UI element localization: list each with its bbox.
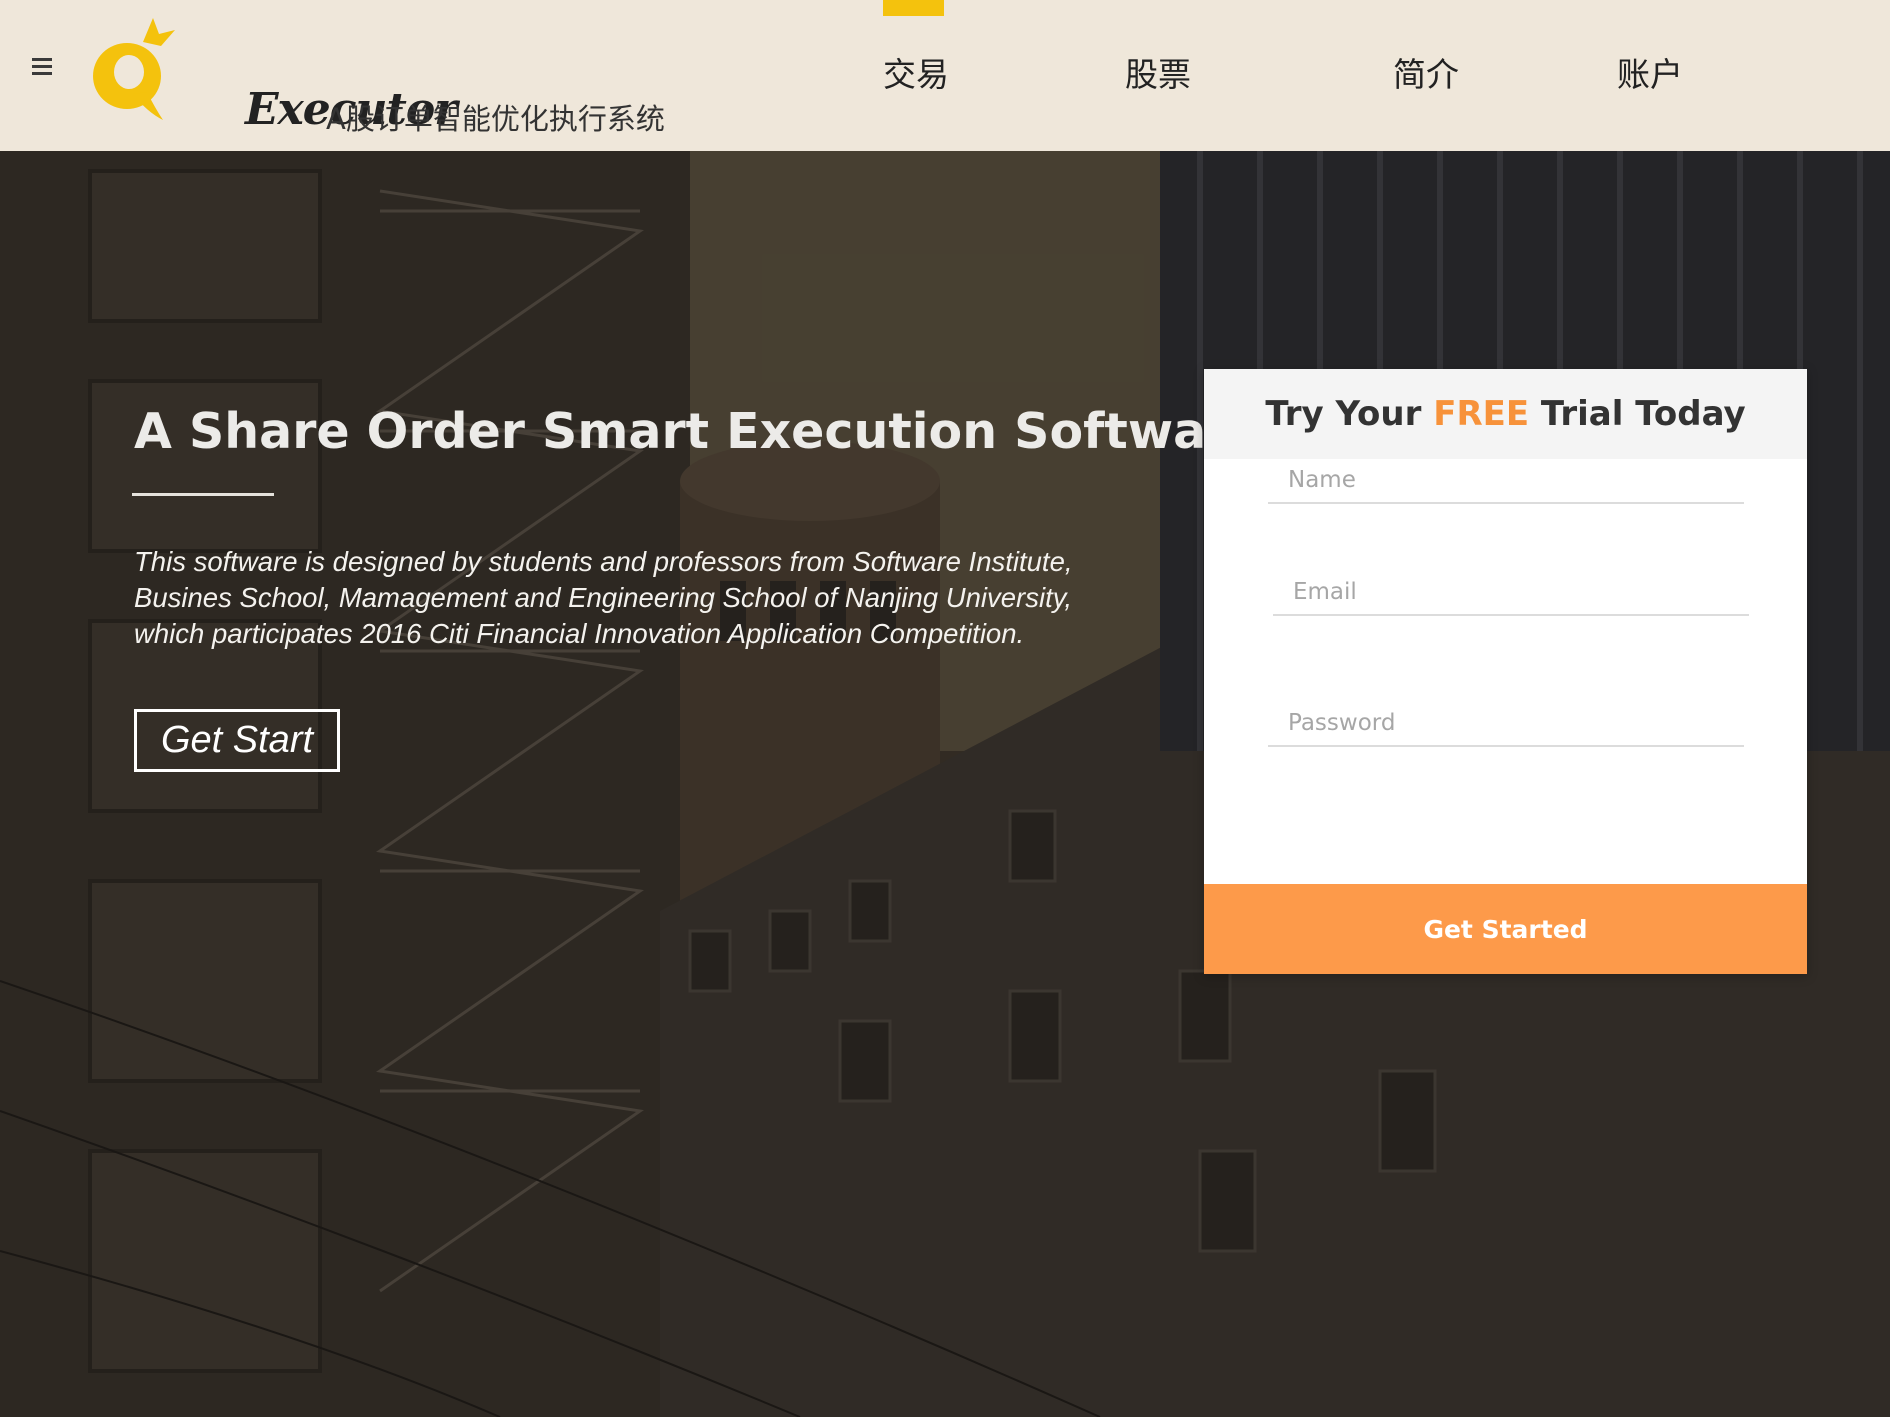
hero-divider (132, 493, 274, 496)
q-executor-logo[interactable]: Executor (85, 12, 457, 135)
hero-description-line: This software is designed by students an… (134, 546, 1073, 577)
nav-item-stocks[interactable]: 股票 (1125, 48, 1191, 96)
form-title: Try Your FREE Trial Today (1204, 369, 1807, 459)
form-title-suffix: Trial Today (1529, 394, 1746, 434)
name-field[interactable] (1268, 458, 1744, 504)
free-trial-form: Try Your FREE Trial Today Get Started (1204, 369, 1807, 974)
hero-description-line: which participates 2016 Citi Financial I… (134, 618, 1025, 649)
nav-item-about[interactable]: 简介 (1393, 48, 1459, 96)
password-field[interactable] (1268, 701, 1744, 747)
form-title-prefix: Try Your (1265, 394, 1434, 434)
hero-description-line: Busines School, Mamagement and Engineeri… (134, 582, 1073, 613)
nav-item-account[interactable]: 账户 (1617, 48, 1683, 96)
form-title-free: FREE (1433, 394, 1530, 434)
hero-section: A Share Order Smart Execution Software T… (0, 151, 1890, 1417)
site-tagline: A股订单智能优化执行系统 (326, 102, 665, 136)
nav-item-trade[interactable]: 交易 (883, 48, 949, 96)
email-field[interactable] (1273, 570, 1749, 616)
get-start-button[interactable]: Get Start (134, 709, 340, 772)
top-navbar: Executor A股订单智能优化执行系统 交易 股票 简介 账户 (0, 0, 1890, 151)
get-started-button[interactable]: Get Started (1204, 884, 1807, 974)
hamburger-menu-icon[interactable] (30, 56, 54, 78)
active-nav-indicator (883, 0, 944, 16)
hero-title: A Share Order Smart Execution Software (134, 403, 1264, 460)
hero-description: This software is designed by students an… (134, 544, 1094, 652)
